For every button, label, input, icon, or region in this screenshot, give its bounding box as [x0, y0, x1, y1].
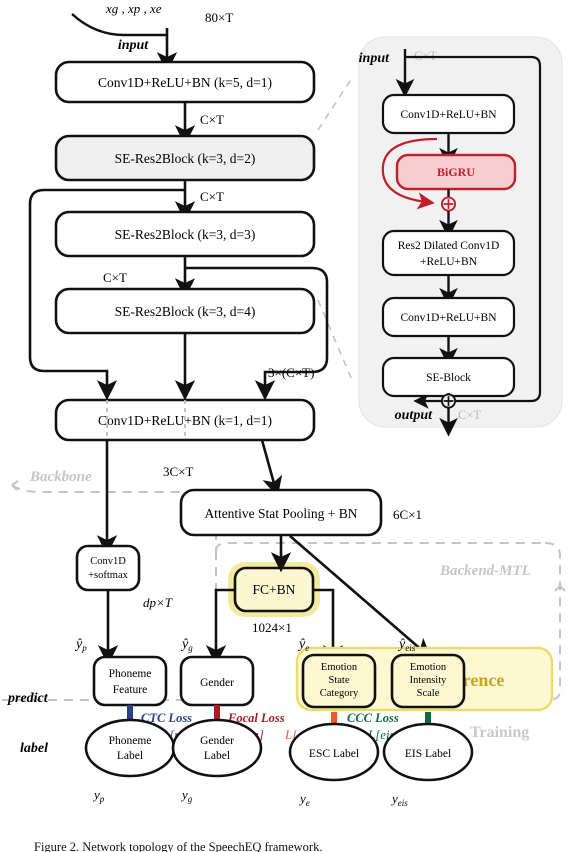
block-conv1d-softmax-line2: +softmax — [88, 570, 128, 581]
ellipse-phoneme-label — [84, 718, 176, 778]
input-curve — [71, 13, 167, 37]
box-eis-line3: Scale — [417, 688, 440, 699]
detail-plus-node-2 — [440, 393, 457, 409]
dim-after-se2: C×T — [103, 270, 127, 285]
detail-block-conv1d-b-label: Conv1D+ReLU+BN — [400, 312, 497, 324]
loss-name-ccc: CCC Loss — [347, 711, 399, 725]
ellipse-esc-line1: ESC Label — [309, 748, 359, 760]
var-yhat-p: ŷp — [74, 637, 87, 653]
detail-block-conv1d-a-label: Conv1D+ReLU+BN — [400, 109, 497, 121]
dim-after-conv1: C×T — [200, 112, 224, 127]
input-group: xg , xp , xe input 80×T — [71, 1, 233, 73]
box-gender-label: Gender — [200, 677, 234, 689]
detail-block-bigru-label: BiGRU — [437, 165, 475, 179]
box-phoneme-feature-line1: Phoneme — [109, 668, 152, 680]
dim-after-conv2: 3C×T — [163, 464, 194, 479]
block-attentive-stat-pooling-label: Attentive Stat Pooling + BN — [204, 506, 357, 521]
label-row-label: label — [20, 741, 48, 756]
network-topology-diagram: input C×T Conv1D+ReLU+BN BiGRU Res2 Dila… — [2, 1, 566, 852]
block-se-res2-d2-label: SE-Res2Block (k=3, d=2) — [115, 151, 256, 166]
detail-block-res2-label2: +ReLU+BN — [420, 256, 478, 268]
backbone-blocks: Conv1D+ReLU+BN (k=5, d=1) C×T SE-Res2Blo… — [28, 60, 329, 479]
block-conv1d-softmax-line1: Conv1D — [90, 556, 126, 567]
box-eis-line1: Emotion — [410, 662, 447, 673]
box-esc-line3: Category — [320, 688, 359, 699]
ellipse-gender-line1: Gender — [200, 735, 234, 747]
label-row: label Phoneme Label yp Gender Label yg E… — [20, 718, 474, 808]
backbone-region-label: Backbone — [29, 469, 92, 485]
detail-output-dim: C×T — [458, 408, 481, 422]
figure-caption: Figure 2. Network topology of the Speech… — [34, 840, 322, 852]
var-y-g: yg — [180, 787, 193, 804]
dim-fc-out: 1024×1 — [252, 620, 292, 635]
detail-link-top — [317, 77, 353, 131]
backend-region-label: Backend-MTL — [439, 563, 531, 579]
block-fc-bn-label: FC+BN — [253, 582, 296, 597]
block-se-res2-d3-label: SE-Res2Block (k=3, d=3) — [115, 227, 256, 242]
figure-canvas: input C×T Conv1D+ReLU+BN BiGRU Res2 Dila… — [0, 0, 578, 852]
training-region-label: Training — [470, 724, 529, 741]
detail-plus-node-1 — [440, 196, 457, 212]
var-yhat-eis: ŷeis — [397, 637, 416, 653]
dim-phoneme: dp×T — [143, 595, 173, 610]
input-dim-label: 80×T — [205, 10, 233, 25]
ellipse-gender-line2: Label — [204, 750, 230, 762]
box-esc-line2: State — [329, 675, 350, 686]
detail-block-se-label: SE-Block — [426, 372, 471, 384]
box-esc-line1: Emotion — [321, 662, 358, 673]
predict-row-label: predict — [7, 691, 49, 706]
detail-block-res2-label1: Res2 Dilated Conv1D — [398, 240, 500, 252]
box-phoneme-feature — [92, 655, 168, 707]
se-res2block-detail-panel: input C×T Conv1D+ReLU+BN BiGRU Res2 Dila… — [317, 36, 563, 437]
var-yhat-g: ŷg — [180, 637, 193, 653]
backend-region-top — [215, 542, 545, 552]
box-eis-line2: Intensity — [410, 675, 447, 686]
detail-input-label: input — [359, 51, 390, 66]
dim-after-se1: C×T — [200, 189, 224, 204]
arrow-to-pooling — [260, 439, 283, 498]
figure-caption-text: Figure 2. Network topology of the Speech… — [34, 840, 322, 852]
ellipse-gender-label — [171, 718, 263, 778]
input-signal-label: xg , xp , xe — [105, 1, 162, 16]
block-conv1d-k5-label: Conv1D+ReLU+BN (k=5, d=1) — [98, 75, 272, 90]
block-se-res2-d4-label: SE-Res2Block (k=3, d=4) — [115, 304, 256, 319]
block-conv1d-softmax — [75, 544, 141, 592]
var-y-e: ye — [298, 791, 310, 808]
var-y-eis: yeis — [390, 791, 408, 808]
input-text-label: input — [118, 38, 149, 53]
var-yhat-e: ŷe — [297, 637, 309, 653]
ellipse-phoneme-line2: Label — [117, 750, 143, 762]
var-y-p: yp — [92, 787, 105, 804]
dim-concat: 3×(C×T) — [268, 365, 314, 380]
box-phoneme-feature-line2: Feature — [113, 684, 147, 696]
detail-output-label: output — [395, 408, 433, 423]
detail-block-res2 — [381, 229, 516, 277]
ellipse-eis-line1: EIS Label — [405, 748, 451, 760]
dim-pooling-out: 6C×1 — [393, 507, 422, 522]
ellipse-phoneme-line1: Phoneme — [109, 735, 152, 747]
